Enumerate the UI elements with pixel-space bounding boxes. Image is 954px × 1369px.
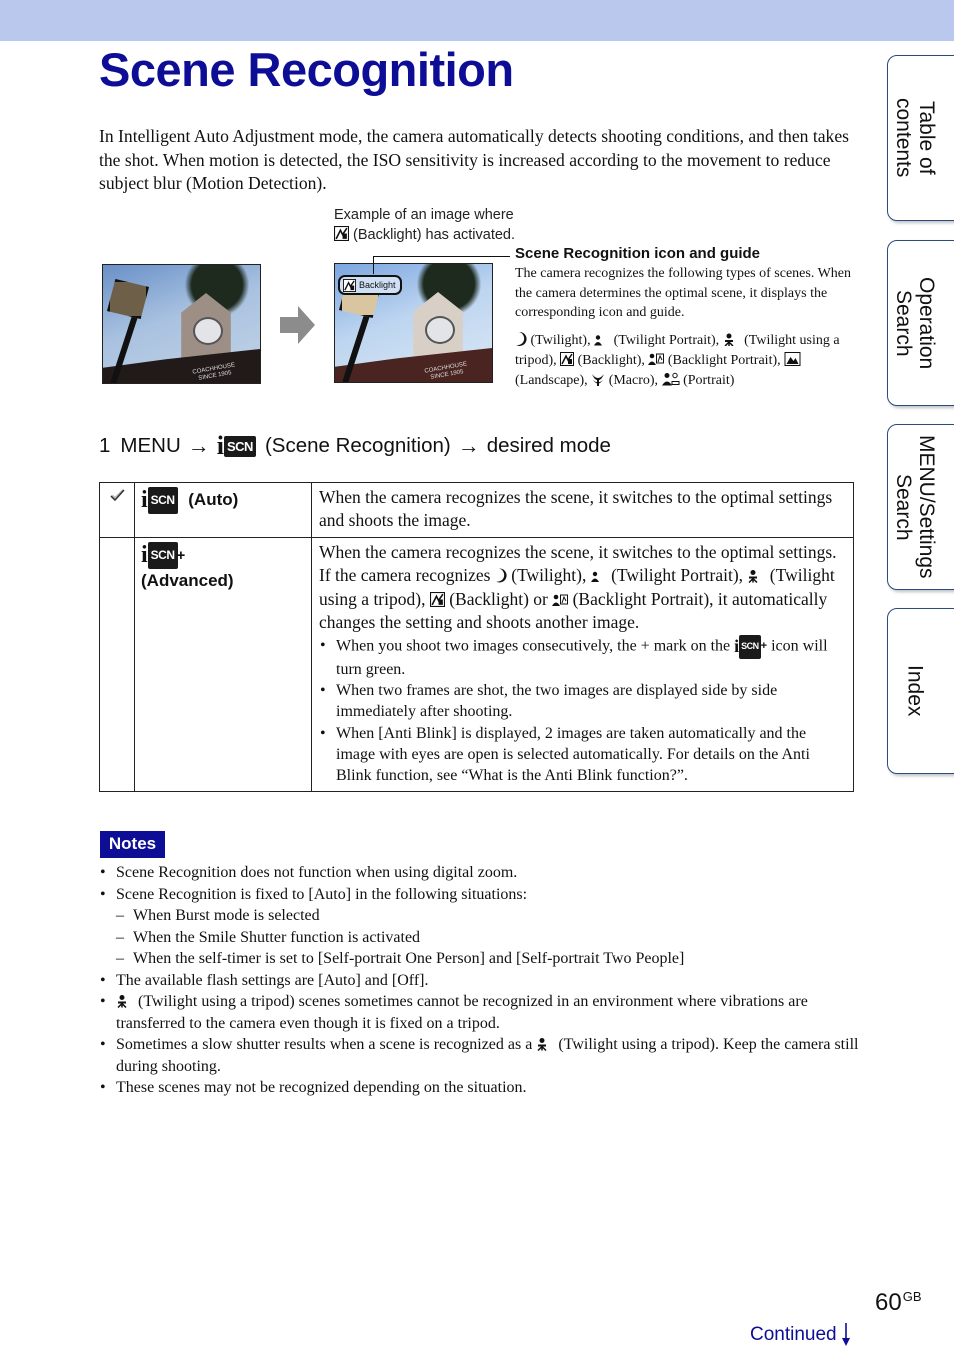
tab-table-of-contents[interactable]: Table of contents bbox=[887, 55, 954, 221]
tab-label: MENU/Settings Search bbox=[892, 435, 938, 579]
right-arrow-icon bbox=[280, 306, 315, 344]
selected-cell bbox=[99, 536, 135, 792]
clock bbox=[193, 317, 223, 345]
scene-guide: Scene Recognition icon and guide The cam… bbox=[515, 244, 860, 390]
selected-cell bbox=[99, 482, 135, 538]
iscn-advanced-icon: i SCN + bbox=[734, 635, 767, 659]
twilight-icon bbox=[495, 568, 507, 583]
portrait-icon bbox=[662, 371, 680, 386]
note-subitem: When the Smile Shutter function is activ… bbox=[116, 927, 859, 949]
landscape-icon bbox=[784, 352, 801, 366]
tab-label: Table of contents bbox=[892, 98, 938, 178]
tab-menu-settings-search[interactable]: MENU/Settings Search bbox=[887, 424, 954, 590]
bullet-item: When two frames are shot, the two images… bbox=[319, 680, 846, 723]
tab-label: Index bbox=[903, 665, 927, 717]
twilight-tripod-icon bbox=[747, 568, 765, 583]
note-subitem: When the self-timer is set to [Self-port… bbox=[116, 948, 859, 970]
note-item: Sometimes a slow shutter results when a … bbox=[99, 1034, 859, 1077]
mode-description: When the camera recognizes the scene, it… bbox=[311, 536, 854, 792]
backlight-icon bbox=[430, 592, 445, 607]
mode-name: (Auto) bbox=[188, 489, 239, 509]
backlight-icon bbox=[334, 226, 349, 241]
backlight-portrait-icon bbox=[552, 593, 568, 607]
note-item: Scene Recognition is fixed to [Auto] in … bbox=[99, 884, 859, 970]
backlight-portrait-icon bbox=[648, 352, 664, 366]
note-subitem: When Burst mode is selected bbox=[116, 905, 859, 927]
badge-label: Backlight bbox=[359, 280, 396, 290]
mode-description: When the camera recognizes the scene, it… bbox=[311, 482, 854, 538]
iscn-auto-icon: i SCN bbox=[141, 487, 178, 514]
mode-name-cell: i SCN + (Advanced) bbox=[134, 536, 312, 792]
desired-mode-label: desired mode bbox=[486, 434, 611, 457]
bullet-item: When [Anti Blink] is displayed, 2 images… bbox=[319, 723, 846, 787]
twilight-icon bbox=[515, 332, 527, 346]
tab-operation-search[interactable]: Operation Search bbox=[887, 240, 954, 406]
mode-table: i SCN (Auto) When the camera recognizes t… bbox=[99, 482, 854, 792]
leader-line bbox=[373, 256, 374, 274]
header-band bbox=[0, 0, 954, 41]
page-number: 60GB bbox=[875, 1289, 922, 1316]
note-item: These scenes may not be recognized depen… bbox=[99, 1077, 859, 1099]
caption-line-1: Example of an image where bbox=[334, 207, 514, 223]
scene-list: (Twilight), (Twilight Portrait), (Twilig… bbox=[515, 332, 840, 388]
photo-after: COACHHOUSE SINCE 1905 Backlight bbox=[334, 263, 493, 383]
photo-before: COACHHOUSE SINCE 1905 bbox=[102, 264, 261, 384]
arrow-icon: → bbox=[457, 433, 480, 458]
intro-paragraph: In Intelligent Auto Adjustment mode, the… bbox=[99, 126, 850, 193]
caption-line-2: (Backlight) has activated. bbox=[353, 227, 516, 243]
arrow-icon: → bbox=[187, 433, 210, 458]
backlight-badge: Backlight bbox=[338, 275, 402, 295]
step-number: 1 bbox=[99, 434, 111, 457]
example-caption: Example of an image where (Backlight) ha… bbox=[334, 205, 515, 245]
mode-name: (Advanced) bbox=[141, 570, 234, 590]
note-item: The available flash settings are [Auto] … bbox=[99, 970, 859, 992]
twilight-portrait-icon bbox=[591, 569, 607, 583]
menu-label: MENU bbox=[120, 434, 181, 457]
scene-recognition-label: (Scene Recognition) bbox=[264, 434, 451, 457]
continued-link[interactable]: Continued bbox=[750, 1323, 851, 1347]
scene-recognition-icon: i SCN bbox=[217, 431, 256, 461]
table-row[interactable]: i SCN + (Advanced) When the camera recogni… bbox=[99, 536, 854, 792]
notes-label: Notes bbox=[100, 831, 165, 858]
tab-label: Operation Search bbox=[892, 276, 938, 370]
note-sublist: When Burst mode is selected When the Smi… bbox=[116, 905, 859, 970]
checkmark-icon bbox=[109, 489, 125, 502]
bullet-item: When you shoot two images consecutively,… bbox=[319, 635, 846, 680]
iscn-advanced-icon: i SCN + bbox=[141, 541, 186, 569]
step-instruction: 1 MENU → i SCN (Scene Recognition) → desi… bbox=[99, 431, 611, 461]
leader-line bbox=[373, 256, 510, 257]
backlight-icon bbox=[560, 352, 574, 366]
note-item: (Twilight using a tripod) scenes sometim… bbox=[99, 991, 859, 1034]
backlight-icon bbox=[343, 279, 356, 292]
table-row[interactable]: i SCN (Auto) When the camera recognizes t… bbox=[99, 482, 854, 538]
twilight-portrait-icon bbox=[594, 333, 610, 346]
notes-list: Scene Recognition does not function when… bbox=[99, 862, 859, 1099]
tab-index[interactable]: Index bbox=[887, 608, 954, 774]
continued-label: Continued bbox=[750, 1324, 837, 1345]
twilight-tripod-icon bbox=[116, 993, 134, 1008]
page-title: Scene Recognition bbox=[99, 43, 514, 96]
down-arrow-icon bbox=[841, 1323, 850, 1346]
guide-title: Scene Recognition icon and guide bbox=[515, 245, 761, 262]
twilight-tripod-icon bbox=[723, 332, 741, 346]
advanced-bullets: When you shoot two images consecutively,… bbox=[319, 635, 846, 786]
guide-text: The camera recognizes the following type… bbox=[515, 266, 851, 321]
twilight-tripod-icon bbox=[536, 1036, 554, 1051]
macro-icon bbox=[591, 372, 605, 386]
note-item: Scene Recognition does not function when… bbox=[99, 862, 859, 884]
clock bbox=[425, 316, 455, 344]
mode-name-cell: i SCN (Auto) bbox=[134, 482, 312, 538]
